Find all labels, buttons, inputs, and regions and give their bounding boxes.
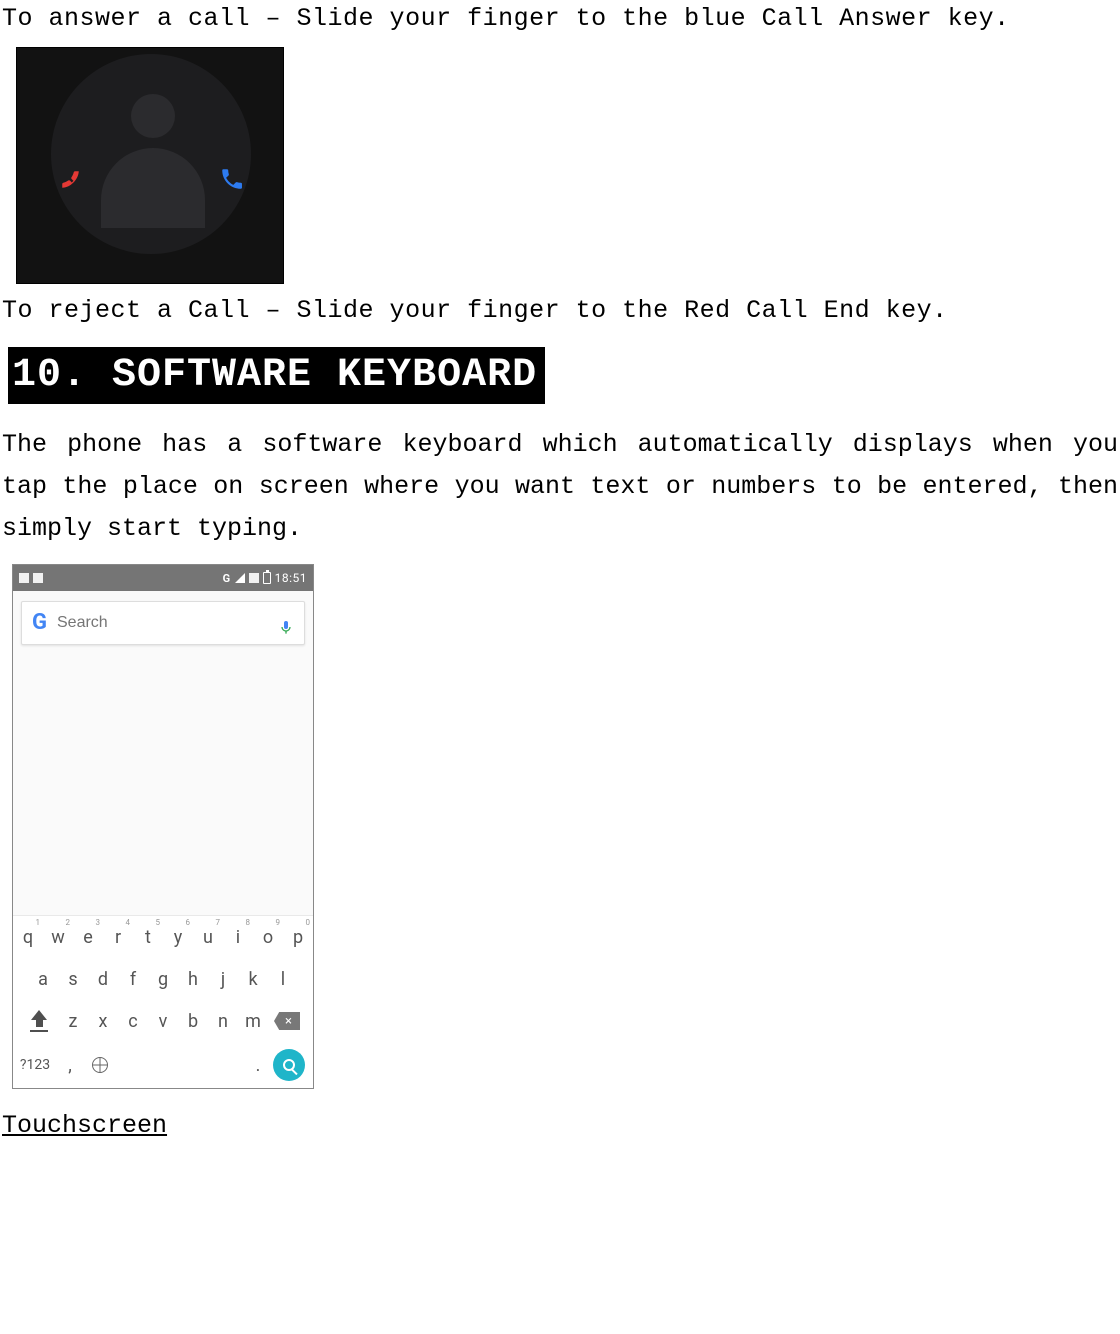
backspace-key[interactable] xyxy=(268,1000,306,1042)
key-h[interactable]: h xyxy=(178,958,208,1000)
key-v[interactable]: v xyxy=(148,1000,178,1042)
call-answer-panel xyxy=(16,47,284,284)
key-y[interactable]: y6 xyxy=(163,916,193,958)
globe-key[interactable] xyxy=(85,1051,115,1080)
phone-screenshot: G 18:51 G q1w2e3r4t5y6u7i8o9p0 asdfghjkl… xyxy=(12,564,314,1089)
key-a[interactable]: a xyxy=(28,958,58,1000)
globe-icon xyxy=(92,1057,108,1073)
software-keyboard: q1w2e3r4t5y6u7i8o9p0 asdfghjkl zxcvbnm ?… xyxy=(13,915,313,1088)
key-k[interactable]: k xyxy=(238,958,268,1000)
key-b[interactable]: b xyxy=(178,1000,208,1042)
shift-key[interactable] xyxy=(20,1000,58,1042)
key-m[interactable]: m xyxy=(238,1000,268,1042)
key-f[interactable]: f xyxy=(118,958,148,1000)
key-x[interactable]: x xyxy=(88,1000,118,1042)
key-n[interactable]: n xyxy=(208,1000,238,1042)
key-o[interactable]: o9 xyxy=(253,916,283,958)
key-e[interactable]: e3 xyxy=(73,916,103,958)
status-icon xyxy=(19,573,29,583)
status-icon xyxy=(249,573,259,583)
network-badge: G xyxy=(223,572,231,585)
section-heading: 10. SOFTWARE KEYBOARD xyxy=(8,347,545,404)
search-icon xyxy=(283,1059,295,1071)
battery-icon xyxy=(263,572,271,584)
period-key[interactable]: . xyxy=(243,1055,273,1076)
key-z[interactable]: z xyxy=(58,1000,88,1042)
key-r[interactable]: r4 xyxy=(103,916,133,958)
key-l[interactable]: l xyxy=(268,958,298,1000)
search-input[interactable] xyxy=(57,614,268,632)
symbols-key[interactable]: ?123 xyxy=(15,1057,55,1073)
comma-key[interactable]: , xyxy=(55,1055,85,1076)
key-w[interactable]: w2 xyxy=(43,916,73,958)
key-c[interactable]: c xyxy=(118,1000,148,1042)
google-logo-icon: G xyxy=(32,612,47,634)
key-u[interactable]: u7 xyxy=(193,916,223,958)
signal-icon xyxy=(235,573,245,583)
key-g[interactable]: g xyxy=(148,958,178,1000)
key-s[interactable]: s xyxy=(58,958,88,1000)
statusbar: G 18:51 xyxy=(13,565,313,591)
key-d[interactable]: d xyxy=(88,958,118,1000)
key-t[interactable]: t5 xyxy=(133,916,163,958)
instruction-reject-text: To reject a Call – Slide your finger to … xyxy=(2,296,1120,325)
search-key[interactable] xyxy=(273,1049,305,1081)
search-bar[interactable]: G xyxy=(21,601,305,645)
hangup-icon[interactable] xyxy=(57,166,85,194)
clock-text: 18:51 xyxy=(275,571,307,585)
answer-icon[interactable] xyxy=(219,166,245,192)
touchscreen-subheading: Touchscreen xyxy=(2,1111,1120,1140)
status-icon xyxy=(33,573,43,583)
software-keyboard-paragraph: The phone has a software keyboard which … xyxy=(2,424,1118,550)
instruction-answer-text: To answer a call – Slide your finger to … xyxy=(2,4,1120,33)
key-j[interactable]: j xyxy=(208,958,238,1000)
mic-icon[interactable] xyxy=(278,613,294,633)
caller-avatar xyxy=(51,54,251,254)
key-q[interactable]: q1 xyxy=(13,916,43,958)
key-i[interactable]: i8 xyxy=(223,916,253,958)
key-p[interactable]: p0 xyxy=(283,916,313,958)
